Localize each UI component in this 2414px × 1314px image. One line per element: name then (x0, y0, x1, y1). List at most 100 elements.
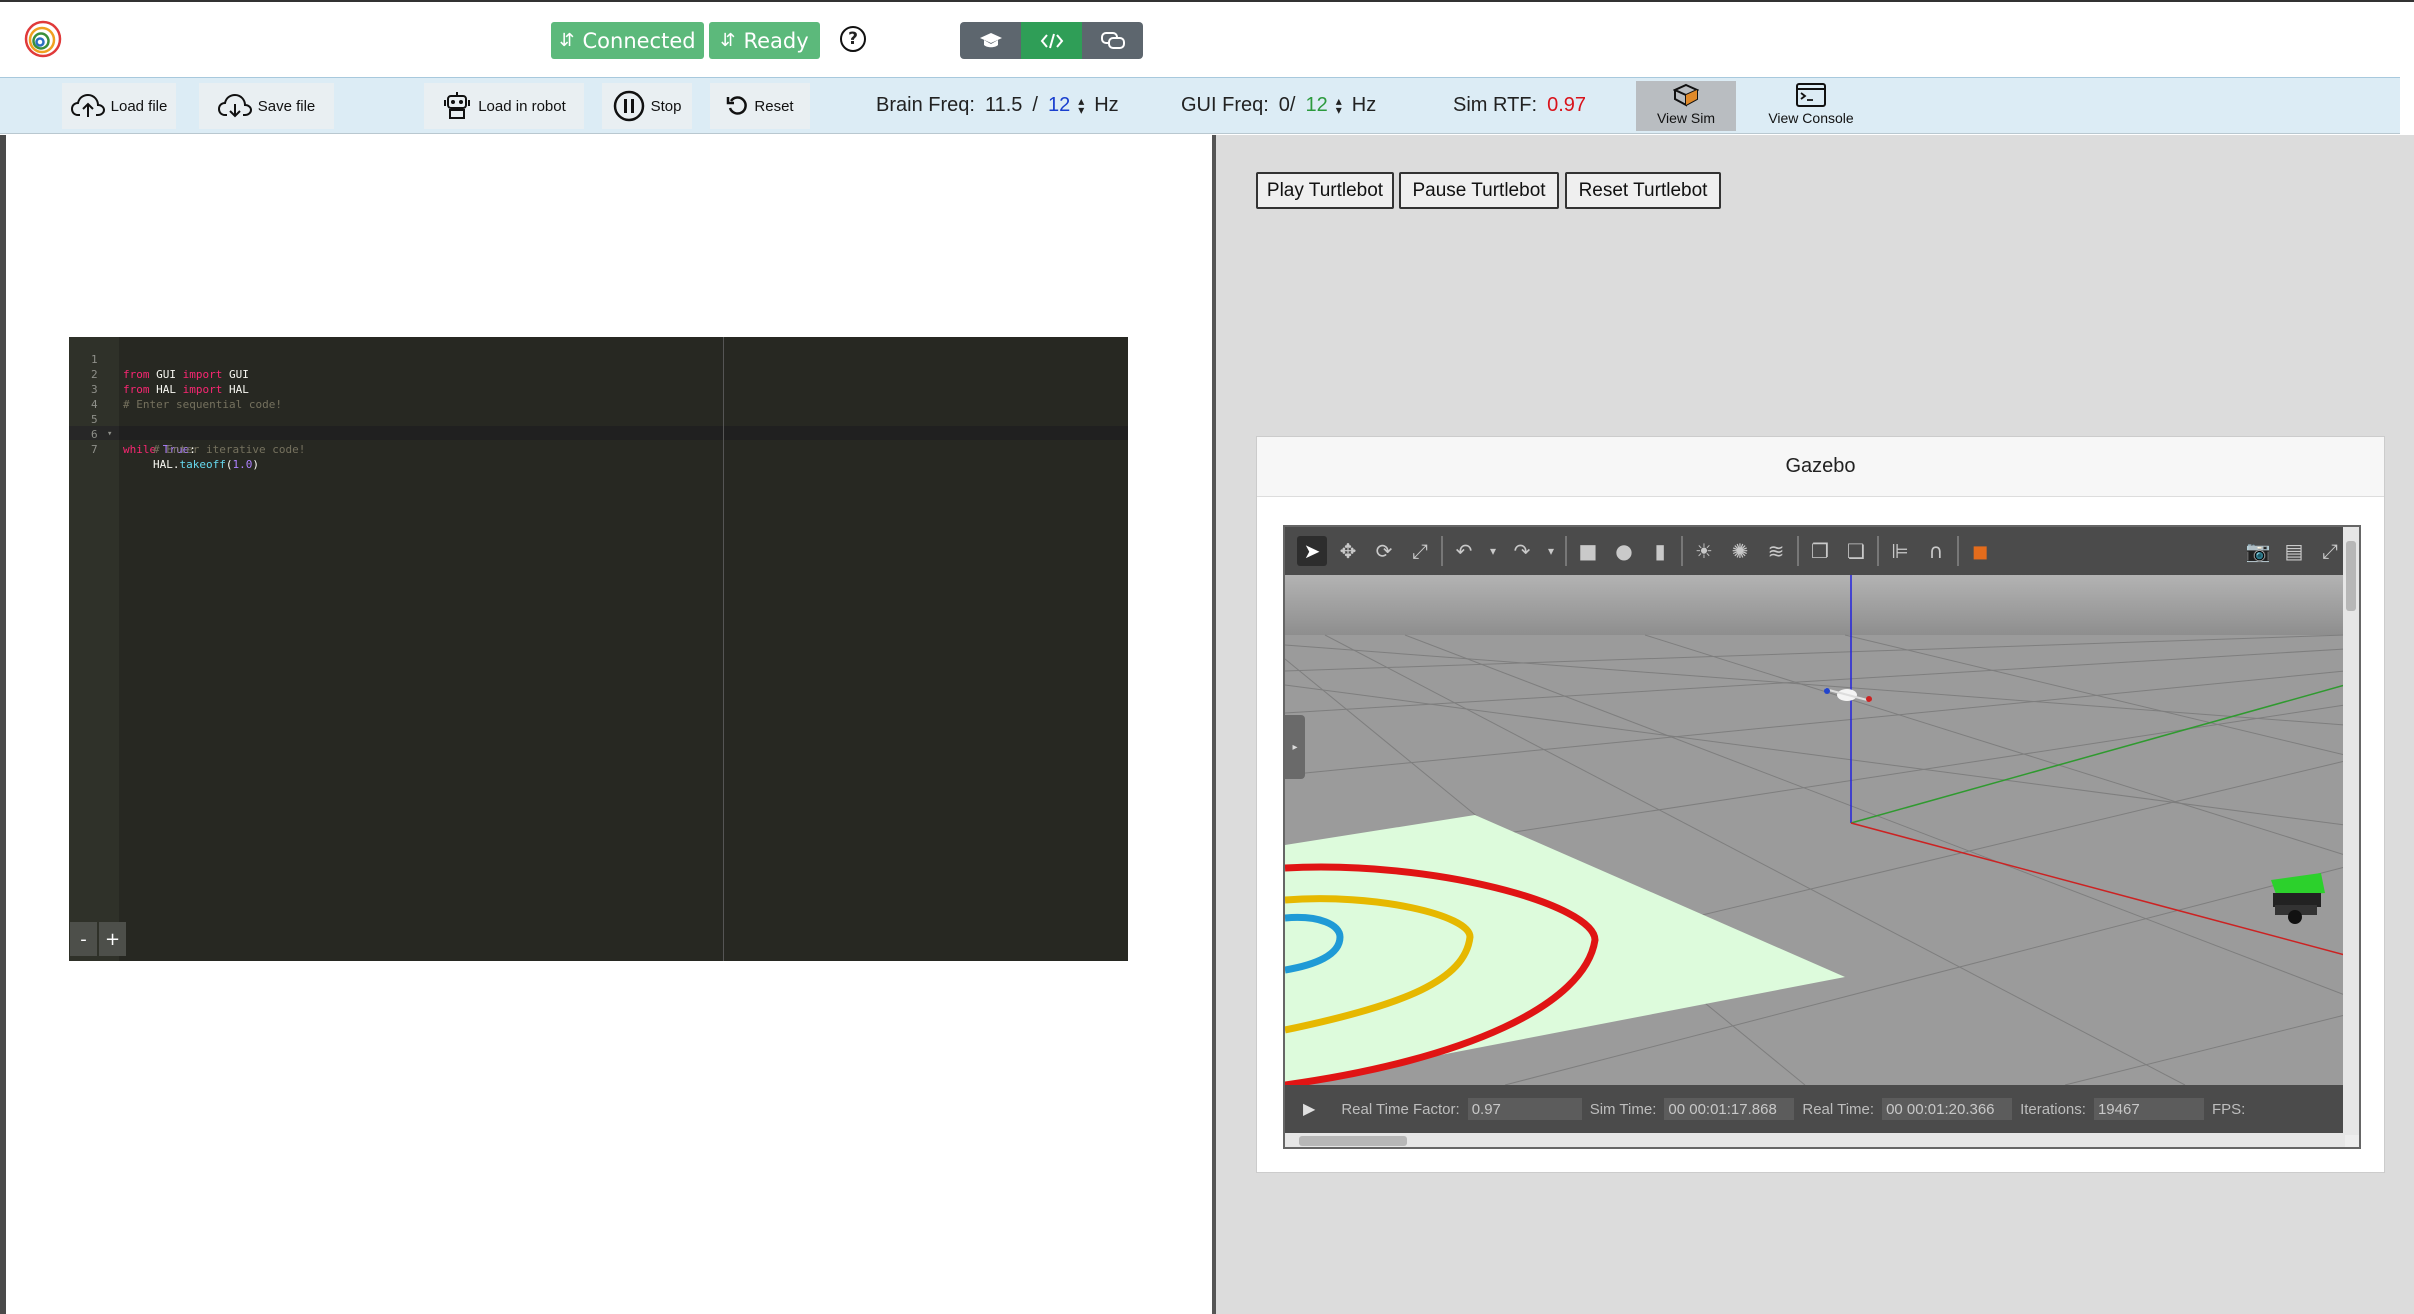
toolbar-spacer (2001, 536, 2237, 566)
translate-icon[interactable]: ✥ (1333, 536, 1363, 566)
reset-button[interactable]: Reset (710, 83, 810, 129)
rparen: ) (252, 458, 259, 471)
brain-freq-sep: / (1032, 94, 1038, 116)
spiral-logo-icon[interactable] (24, 20, 62, 58)
keyword-while: while (123, 443, 157, 456)
view-sim-label: View Sim (1656, 110, 1716, 126)
reset-icon (727, 96, 748, 115)
undo-icon[interactable]: ↶ (1449, 536, 1479, 566)
zoom-out-button[interactable]: - (70, 922, 97, 956)
cylinder-shape-icon[interactable]: ▮ (1645, 536, 1675, 566)
toolbar: Load file Save file Load in robot Stop R… (0, 77, 2400, 134)
chevron-down-icon[interactable]: ▾ (1485, 536, 1501, 566)
exercise-view-button[interactable] (960, 22, 1021, 59)
fps-label: FPS: (2211, 1100, 2246, 1118)
spot-light-icon[interactable]: ✺ (1725, 536, 1755, 566)
play-icon[interactable]: ▶ (1303, 1099, 1315, 1119)
chevron-down-icon[interactable]: ▾ (1543, 536, 1559, 566)
brain-freq-stepper-icon[interactable]: ▴ ▾ (1078, 95, 1084, 116)
pause-circle-icon (613, 90, 644, 122)
brain-freq-target-input[interactable]: 12 (1048, 94, 1070, 117)
view-console-button[interactable]: View Console (1748, 81, 1874, 131)
play-turtlebot-button[interactable]: Play Turtlebot (1256, 172, 1394, 209)
forum-view-button[interactable] (1082, 22, 1143, 59)
code-editor[interactable]: 1 from GUI import GUI 2 from HAL import … (69, 337, 1128, 961)
help-icon[interactable]: ? (840, 26, 866, 52)
module-hal: HAL (156, 383, 176, 396)
gui-freq-unit: Hz (1351, 94, 1377, 116)
gui-freq-target-input[interactable]: 12 (1305, 94, 1327, 117)
expand-icon[interactable]: ⤢ (2315, 536, 2345, 566)
comment-iterative: # Enter iterative code! (153, 443, 306, 456)
code-line[interactable]: 1 from GUI import GUI (69, 337, 249, 381)
log-icon[interactable]: ▤ (2279, 536, 2309, 566)
code-line[interactable]: 3 # Enter sequential code! (69, 367, 282, 411)
pause-turtlebot-button[interactable]: Pause Turtlebot (1399, 172, 1559, 209)
stop-button[interactable]: Stop (602, 83, 692, 129)
sim-time-label: Sim Time: (1589, 1100, 1657, 1118)
ready-label: Ready (743, 28, 809, 53)
top-bar: ⇵ Connected ⇵ Ready ? (0, 0, 2414, 77)
horizontal-scrollbar[interactable] (1285, 1133, 2345, 1147)
gui-freq: GUI Freq: 0/ 12 ▴ ▾ Hz (1181, 94, 1376, 117)
point-light-icon[interactable]: ☀ (1689, 536, 1719, 566)
code-line[interactable]: 7 HAL.takeoff(1.0) (69, 427, 259, 471)
directional-light-icon[interactable]: ≋ (1761, 536, 1791, 566)
vertical-scrollbar[interactable] (2343, 527, 2359, 1135)
box-shape-icon[interactable]: ■ (1573, 536, 1603, 566)
copy-icon[interactable]: ❐ (1805, 536, 1835, 566)
reset-turtlebot-button[interactable]: Reset Turtlebot (1565, 172, 1721, 209)
connected-status-button[interactable]: ⇵ Connected (551, 22, 704, 59)
magnet-icon[interactable]: ∩ (1921, 536, 1951, 566)
gazebo-viewer[interactable]: ➤ ✥ ⟳ ⤢ ↶ ▾ ↷ ▾ ■ ● ▮ ☀ ✺ ≋ ❐ ❏ ⊫ ∩ ◼ 📷 … (1283, 525, 2361, 1149)
toolbar-divider (1957, 536, 1959, 566)
side-panel-toggle[interactable]: ▸ (1285, 715, 1305, 779)
code-line[interactable]: 2 from HAL import HAL (69, 352, 249, 396)
scroll-thumb[interactable] (1299, 1136, 1407, 1146)
takeoff-arg: 1.0 (232, 458, 253, 471)
reset-label: Reset (754, 97, 794, 115)
paste-icon[interactable]: ❏ (1841, 536, 1871, 566)
scale-icon[interactable]: ⤢ (1405, 536, 1435, 566)
load-file-label: Load file (110, 97, 168, 115)
gui-freq-value: 0/ (1278, 94, 1296, 116)
zoom-in-button[interactable]: + (99, 922, 126, 956)
load-in-robot-button[interactable]: Load in robot (424, 83, 584, 129)
iterations-field: 19467 (2093, 1098, 2204, 1120)
view-sim-button[interactable]: View Sim (1636, 81, 1736, 131)
keyword-import: import (182, 383, 223, 396)
module-gui: GUI (156, 368, 176, 381)
code-line[interactable]: 5 ▾ while True: (69, 397, 196, 456)
gui-freq-stepper-icon[interactable]: ▴ ▾ (1336, 95, 1342, 116)
load-in-robot-label: Load in robot (478, 97, 566, 115)
code-line[interactable]: 4 (69, 382, 109, 411)
print-margin (723, 337, 724, 961)
rotate-icon[interactable]: ⟳ (1369, 536, 1399, 566)
gazebo-3d-scene[interactable] (1285, 575, 2345, 1085)
ready-status-button[interactable]: ⇵ Ready (709, 22, 820, 59)
rtf-field: 0.97 (1467, 1098, 1582, 1120)
align-icon[interactable]: ⊫ (1885, 536, 1915, 566)
code-pane: 1 from GUI import GUI 2 from HAL import … (0, 135, 1212, 1314)
code-line[interactable]: 6 # Enter iterative code! (69, 412, 305, 456)
gazebo-title: Gazebo (1257, 437, 2384, 497)
brain-freq-unit: Hz (1094, 94, 1119, 116)
screenshot-camera-icon[interactable]: 📷 (2243, 536, 2273, 566)
view-angle-icon[interactable]: ◼ (1965, 536, 1995, 566)
stop-label: Stop (650, 97, 682, 115)
code-view-button[interactable] (1021, 22, 1082, 59)
sim-time-field: 00 00:01:17.868 (1664, 1098, 1795, 1120)
real-time-label: Real Time: (1802, 1100, 1875, 1118)
name-hal: HAL (229, 383, 249, 396)
load-file-button[interactable]: Load file (62, 83, 176, 129)
scroll-thumb[interactable] (2346, 541, 2356, 611)
sim-rtf-label: Sim RTF: (1453, 94, 1538, 116)
gui-freq-label: GUI Freq: (1181, 94, 1269, 116)
cube-icon (1673, 83, 1699, 107)
select-arrow-icon[interactable]: ➤ (1297, 536, 1327, 566)
gazebo-card: Gazebo ➤ ✥ ⟳ ⤢ ↶ ▾ ↷ ▾ ■ ● ▮ ☀ ✺ ≋ ❐ ❏ ⊫… (1256, 436, 2385, 1173)
save-file-button[interactable]: Save file (199, 83, 334, 129)
sphere-shape-icon[interactable]: ● (1609, 536, 1639, 566)
cloud-download-icon (217, 93, 252, 118)
redo-icon[interactable]: ↷ (1507, 536, 1537, 566)
